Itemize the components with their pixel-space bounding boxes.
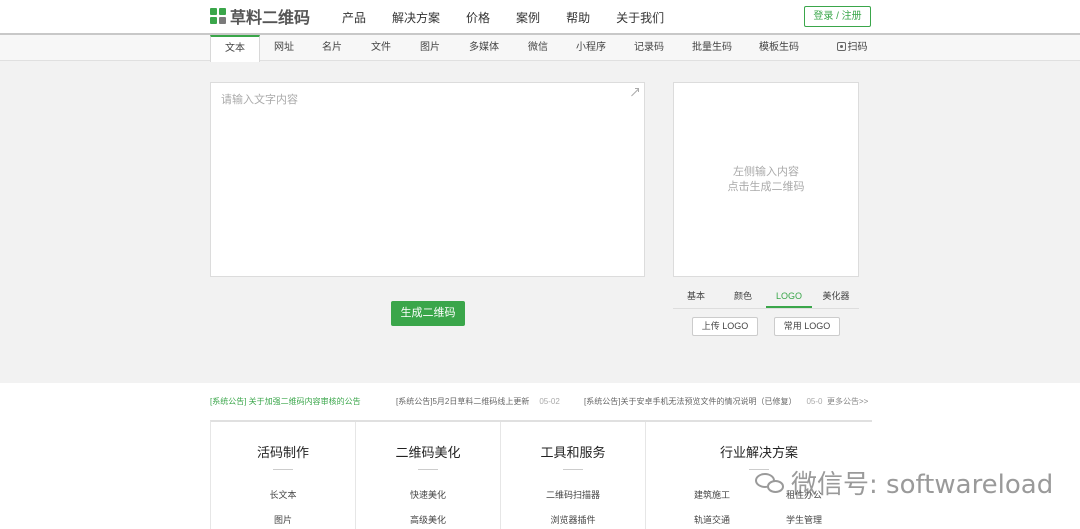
announcement-bar: [系统公告] 关于加强二维码内容审核的公告 [系统公告]5月2日草料二维码线上更… [210,396,872,408]
upload-logo-button[interactable]: 上传 LOGO [692,317,758,336]
brand-name: 草料二维码 [230,10,311,27]
tab-vcard[interactable]: 名片 [312,35,352,61]
qr-logo-icon [210,8,226,24]
category-tools: 工具和服务 二维码扫描器 浏览器插件 [501,422,646,529]
nav-solutions[interactable]: 解决方案 [392,9,440,26]
category-link[interactable]: 学生管理 [786,513,846,526]
main-nav: 产品 解决方案 价格 案例 帮助 关于我们 [342,9,690,26]
wechat-watermark: 微信号: softwareload [755,466,1054,500]
category-divider [418,469,438,470]
scan-icon [836,42,846,51]
style-option-tabs: 基本 颜色 LOGO 美化器 [673,288,859,309]
category-beautify: 二维码美化 快速美化 高级美化 [356,422,501,529]
notice-item[interactable]: [系统公告]5月2日草料二维码线上更新 05-02 [396,396,560,407]
more-notices-link[interactable]: 更多公告>> [827,396,868,407]
category-divider [273,469,293,470]
watermark-text: 微信号: softwareload [791,469,1054,500]
preview-hint-line2: 点击生成二维码 [727,181,805,193]
tab-scan-label: 扫码 [847,42,868,53]
nav-product[interactable]: 产品 [342,9,366,26]
login-register-button[interactable]: 登录 / 注册 [804,6,871,27]
tab-scan[interactable]: 扫码 [830,35,874,61]
text-input-box [210,82,645,277]
generate-qr-button[interactable]: 生成二维码 [391,301,465,326]
category-live-code: 活码制作 长文本 图片 [211,422,356,529]
option-tab-beautifier[interactable]: 美化器 [818,288,854,308]
category-title: 活码制作 [256,445,309,460]
category-link[interactable]: 图片 [211,513,355,526]
nav-cases[interactable]: 案例 [516,9,540,26]
category-link[interactable]: 快速美化 [356,488,500,501]
text-content-input[interactable] [211,83,644,276]
category-title: 工具和服务 [540,445,606,460]
preview-hint-line1: 左侧输入内容 [733,166,799,178]
tab-wechat[interactable]: 微信 [518,35,558,61]
brand-logo[interactable]: 草料二维码 [210,6,311,27]
tab-media[interactable]: 多媒体 [462,35,506,61]
top-header: 草料二维码 产品 解决方案 价格 案例 帮助 关于我们 登录 / 注册 [0,0,1080,35]
tab-template[interactable]: 模板生码 [755,35,803,61]
category-link[interactable]: 长文本 [211,488,355,501]
common-logo-button[interactable]: 常用 LOGO [774,317,840,336]
tab-batch[interactable]: 批量生码 [688,35,736,61]
wechat-icon [755,469,787,495]
tab-miniprogram[interactable]: 小程序 [569,35,613,61]
nav-pricing[interactable]: 价格 [466,9,490,26]
preview-hint: 左侧输入内容 点击生成二维码 [674,165,858,195]
tab-text[interactable]: 文本 [210,35,260,62]
nav-help[interactable]: 帮助 [566,9,590,26]
category-title: 二维码美化 [395,445,461,460]
expand-icon[interactable] [630,88,639,97]
notice-item[interactable]: [系统公告] 关于加强二维码内容审核的公告 [210,396,361,407]
category-link[interactable]: 轨道交通 [694,513,754,526]
category-link[interactable]: 二维码扫描器 [501,488,645,501]
option-tab-color[interactable]: 颜色 [728,288,758,308]
option-tab-basic[interactable]: 基本 [681,288,711,308]
tab-image[interactable]: 图片 [410,35,450,61]
category-link[interactable]: 高级美化 [356,513,500,526]
category-divider [563,469,583,470]
category-link[interactable]: 建筑施工 [694,488,754,501]
category-title: 行业解决方案 [719,445,798,460]
tab-file[interactable]: 文件 [361,35,401,61]
notice-item[interactable]: [系统公告]关于安卓手机无法预览文件的情况说明（已修复） 05-0 [584,396,822,407]
nav-about[interactable]: 关于我们 [616,9,664,26]
tab-record-code[interactable]: 记录码 [628,35,670,61]
option-tab-logo[interactable]: LOGO [766,288,812,308]
type-tabs: 文本 网址 名片 文件 图片 多媒体 微信 小程序 记录码 批量生码 模板生码 … [0,35,1080,62]
tab-url[interactable]: 网址 [264,35,304,61]
category-link[interactable]: 浏览器插件 [501,513,645,526]
qr-preview-panel: 左侧输入内容 点击生成二维码 [673,82,859,277]
